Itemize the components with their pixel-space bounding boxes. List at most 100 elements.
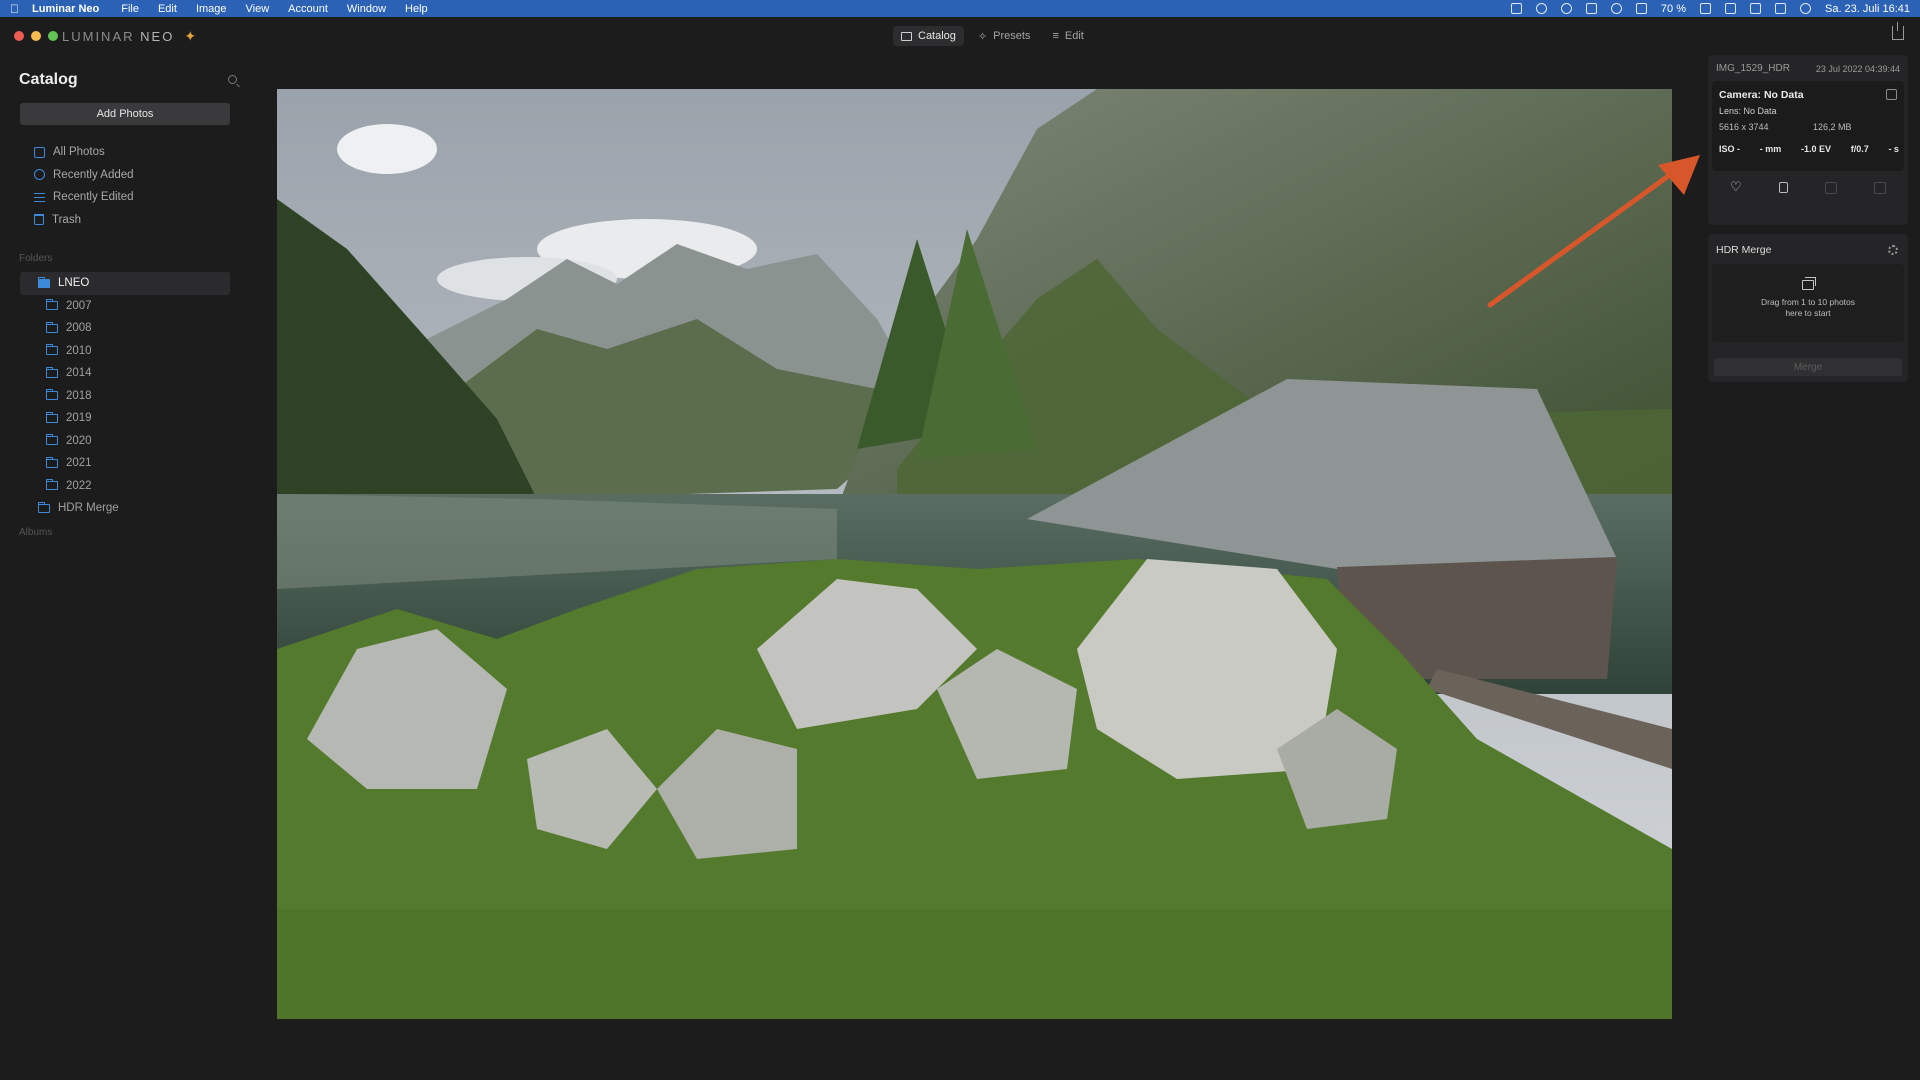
photos-icon (34, 146, 45, 158)
menu-file[interactable]: File (121, 3, 139, 15)
sparkle-icon[interactable]: ✦ (184, 28, 198, 45)
bluetooth-icon[interactable] (1724, 3, 1736, 14)
exposure-value: -1.0 EV (1800, 144, 1831, 154)
folder-item-2018[interactable]: 2018 (20, 385, 230, 408)
folder-item-2021[interactable]: 2021 (20, 452, 230, 475)
folder-item-2007[interactable]: 2007 (20, 295, 230, 318)
exif-row: ISO - - mm -1.0 EV f/0.7 - s (1719, 144, 1899, 154)
tab-catalog-label: Catalog (918, 30, 956, 42)
folder-label: 2010 (66, 344, 92, 357)
folder-icon (46, 411, 58, 423)
folder-icon (46, 299, 58, 311)
folder-label: LNEO (58, 277, 90, 290)
copy-adjustments-icon[interactable] (1825, 182, 1837, 194)
display-icon[interactable] (1635, 3, 1647, 14)
folder-label: 2018 (66, 389, 92, 402)
shutter-value: - s (1888, 144, 1899, 154)
battery-percent[interactable]: 70 % (1661, 3, 1686, 15)
file-size: 126,2 MB (1813, 122, 1852, 132)
menubar-clock[interactable]: Sa. 23. Juli 16:41 (1825, 3, 1910, 15)
folders-section-label[interactable]: Folders (19, 253, 52, 264)
metadata-box: Camera: No Data Lens: No Data 5616 x 374… (1712, 81, 1904, 171)
time-machine-icon[interactable] (1610, 3, 1622, 14)
menu-help[interactable]: Help (405, 3, 428, 15)
apple-menu-icon[interactable]:  (10, 2, 32, 16)
search-icon[interactable] (228, 75, 237, 84)
menu-view[interactable]: View (246, 3, 270, 15)
tab-presets[interactable]: ✧ Presets (970, 26, 1039, 46)
sidebar-item-trash[interactable]: Trash (34, 209, 134, 232)
share-icon[interactable] (1892, 22, 1904, 40)
sidebar-item-label: All Photos (53, 146, 105, 159)
focal-length-value: - mm (1759, 144, 1782, 154)
control-center-icon[interactable] (1774, 3, 1786, 14)
status-tray: 70 % Sa. 23. Juli 16:41 (1510, 0, 1910, 17)
folder-label: 2008 (66, 322, 92, 335)
sidebar-item-recently-edited[interactable]: Recently Edited (34, 186, 134, 209)
folder-icon (38, 501, 50, 513)
rotate-icon[interactable] (1779, 182, 1788, 193)
folder-item-2020[interactable]: 2020 (20, 430, 230, 453)
tray-sync-icon[interactable] (1535, 3, 1547, 14)
catalog-nav: All Photos Recently Added Recently Edite… (34, 141, 134, 231)
hdr-merge-title: HDR Merge (1716, 244, 1772, 256)
sidebar-item-all-photos[interactable]: All Photos (34, 141, 134, 164)
sidebar-item-recently-added[interactable]: Recently Added (34, 164, 134, 187)
menu-image[interactable]: Image (196, 3, 227, 15)
catalog-sidebar: Catalog Add Photos All Photos Recently A… (0, 53, 250, 1080)
aperture-value: f/0.7 (1850, 144, 1869, 154)
file-name: IMG_1529_HDR (1716, 63, 1790, 74)
sidebar-item-label: Trash (52, 213, 81, 226)
folder-item-2019[interactable]: 2019 (20, 407, 230, 430)
folder-icon (46, 344, 58, 356)
folder-label: 2019 (66, 412, 92, 425)
folder-label: 2021 (66, 457, 92, 470)
folder-label: 2020 (66, 434, 92, 447)
battery-icon[interactable] (1699, 3, 1711, 14)
app-window: LUMINAR NEO ✦ Catalog ✧ Presets ≡ Edit C… (0, 17, 1920, 1080)
drop-hint: Drag from 1 to 10 photos here to start (1760, 297, 1856, 318)
expand-metadata-icon[interactable] (1886, 89, 1897, 100)
folder-item-2022[interactable]: 2022 (20, 475, 230, 498)
photo-viewer[interactable] (277, 89, 1672, 1019)
menu-app-name[interactable]: Luminar Neo (32, 3, 99, 15)
tray-app-icon[interactable] (1510, 3, 1522, 14)
menu-edit[interactable]: Edit (158, 3, 177, 15)
folder-item-2010[interactable]: 2010 (20, 340, 230, 363)
maximize-window-button[interactable] (48, 31, 58, 41)
photo-info-card: IMG_1529_HDR 23 Jul 2022 04:39:44 Camera… (1708, 55, 1908, 225)
close-window-button[interactable] (14, 31, 24, 41)
folder-item-lneo[interactable]: LNEO (20, 272, 230, 295)
tab-edit[interactable]: ≡ Edit (1044, 26, 1091, 46)
gear-icon[interactable] (1888, 245, 1898, 255)
menu-account[interactable]: Account (288, 3, 328, 15)
recently-edited-icon (34, 192, 45, 202)
folder-item-2014[interactable]: 2014 (20, 362, 230, 385)
favorite-heart-icon[interactable] (1730, 179, 1742, 195)
tab-edit-label: Edit (1064, 30, 1084, 42)
albums-section-label[interactable]: Albums (19, 527, 52, 538)
brand-suffix: NEO (140, 29, 175, 44)
sidebar-item-label: Recently Edited (53, 191, 134, 204)
tab-catalog[interactable]: Catalog (893, 26, 964, 46)
folder-icon (46, 389, 58, 401)
tray-check-icon[interactable] (1560, 3, 1572, 14)
wand-icon: ✧ (977, 30, 988, 43)
folder-icon (46, 479, 58, 491)
menu-window[interactable]: Window (347, 3, 386, 15)
iso-value: ISO - (1719, 144, 1741, 154)
trash-icon (34, 214, 44, 226)
add-photos-button[interactable]: Add Photos (20, 103, 230, 125)
siri-icon[interactable] (1799, 3, 1811, 14)
sliders-icon: ≡ (1052, 30, 1059, 42)
merge-button[interactable]: Merge (1714, 358, 1902, 376)
minimize-window-button[interactable] (31, 31, 41, 41)
folder-icon (46, 434, 58, 446)
folder-item-hdr-merge[interactable]: HDR Merge (20, 497, 230, 520)
wifi-icon[interactable] (1749, 3, 1761, 14)
folder-item-2008[interactable]: 2008 (20, 317, 230, 340)
volume-icon[interactable] (1585, 3, 1597, 14)
paste-adjustments-icon[interactable] (1874, 182, 1886, 194)
brand-name: LUMINAR (62, 29, 135, 44)
hdr-drop-zone[interactable]: Drag from 1 to 10 photos here to start (1712, 264, 1904, 342)
